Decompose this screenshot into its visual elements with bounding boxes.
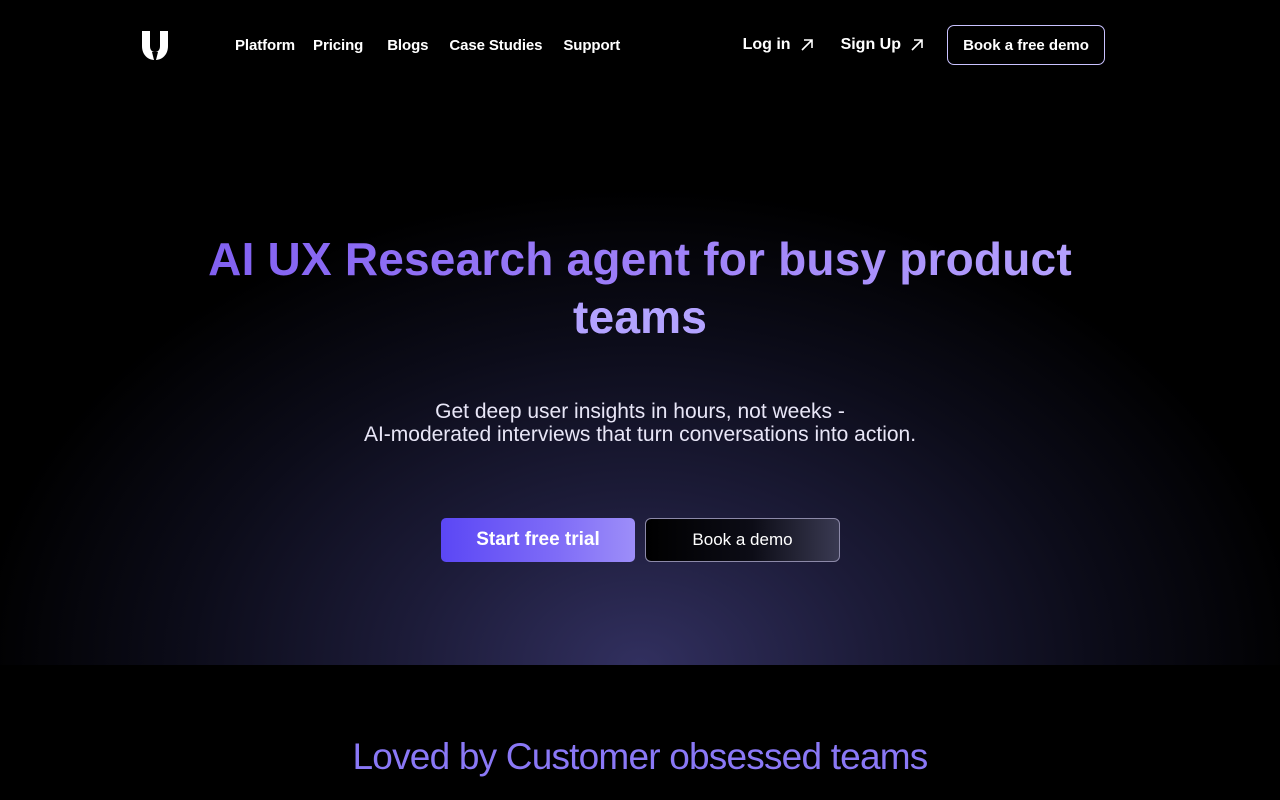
top-nav: Platform Pricing Blogs Case Studies Supp… bbox=[0, 0, 1280, 90]
start-free-trial-button[interactable]: Start free trial bbox=[441, 518, 635, 562]
nav-link-case-studies[interactable]: Case Studies bbox=[449, 37, 542, 54]
signup-link[interactable]: Sign Up bbox=[841, 36, 924, 54]
nav-link-blogs[interactable]: Blogs bbox=[387, 37, 428, 54]
arrow-up-right-icon bbox=[800, 39, 813, 51]
nav-actions: Log in Sign Up Book a free demo bbox=[743, 25, 1105, 65]
book-free-demo-button[interactable]: Book a free demo bbox=[947, 25, 1105, 65]
nav-links: Platform Pricing Blogs Case Studies Supp… bbox=[235, 36, 620, 54]
hero-cta-group: Start free trial Book a demo bbox=[441, 518, 840, 562]
nav-link-platform[interactable]: Platform bbox=[235, 37, 295, 54]
book-demo-button[interactable]: Book a demo bbox=[645, 518, 840, 562]
nav-link-support[interactable]: Support bbox=[563, 37, 620, 54]
arrow-up-right-icon bbox=[911, 39, 923, 51]
login-label: Log in bbox=[742, 36, 791, 53]
page: Platform Pricing Blogs Case Studies Supp… bbox=[0, 0, 1280, 800]
login-link[interactable]: Log in bbox=[743, 36, 814, 54]
section-heading: Loved by Customer obsessed teams bbox=[352, 736, 929, 777]
subtitle-line-1: Get deep user insights in hours, not wee… bbox=[435, 400, 845, 423]
hero-subtitle: Get deep user insights in hours, not wee… bbox=[240, 400, 1040, 446]
headline-line-1: AI UX Research agent for busy product bbox=[208, 233, 1072, 285]
hero-headline: AI UX Research agent for busy product te… bbox=[140, 230, 1140, 346]
subtitle-line-2: AI-moderated interviews that turn conver… bbox=[363, 423, 917, 446]
nav-link-pricing[interactable]: Pricing bbox=[313, 37, 363, 54]
u-magnet-logo-icon[interactable] bbox=[140, 30, 170, 61]
headline-line-2: teams bbox=[573, 291, 707, 343]
signup-label: Sign Up bbox=[840, 36, 901, 53]
